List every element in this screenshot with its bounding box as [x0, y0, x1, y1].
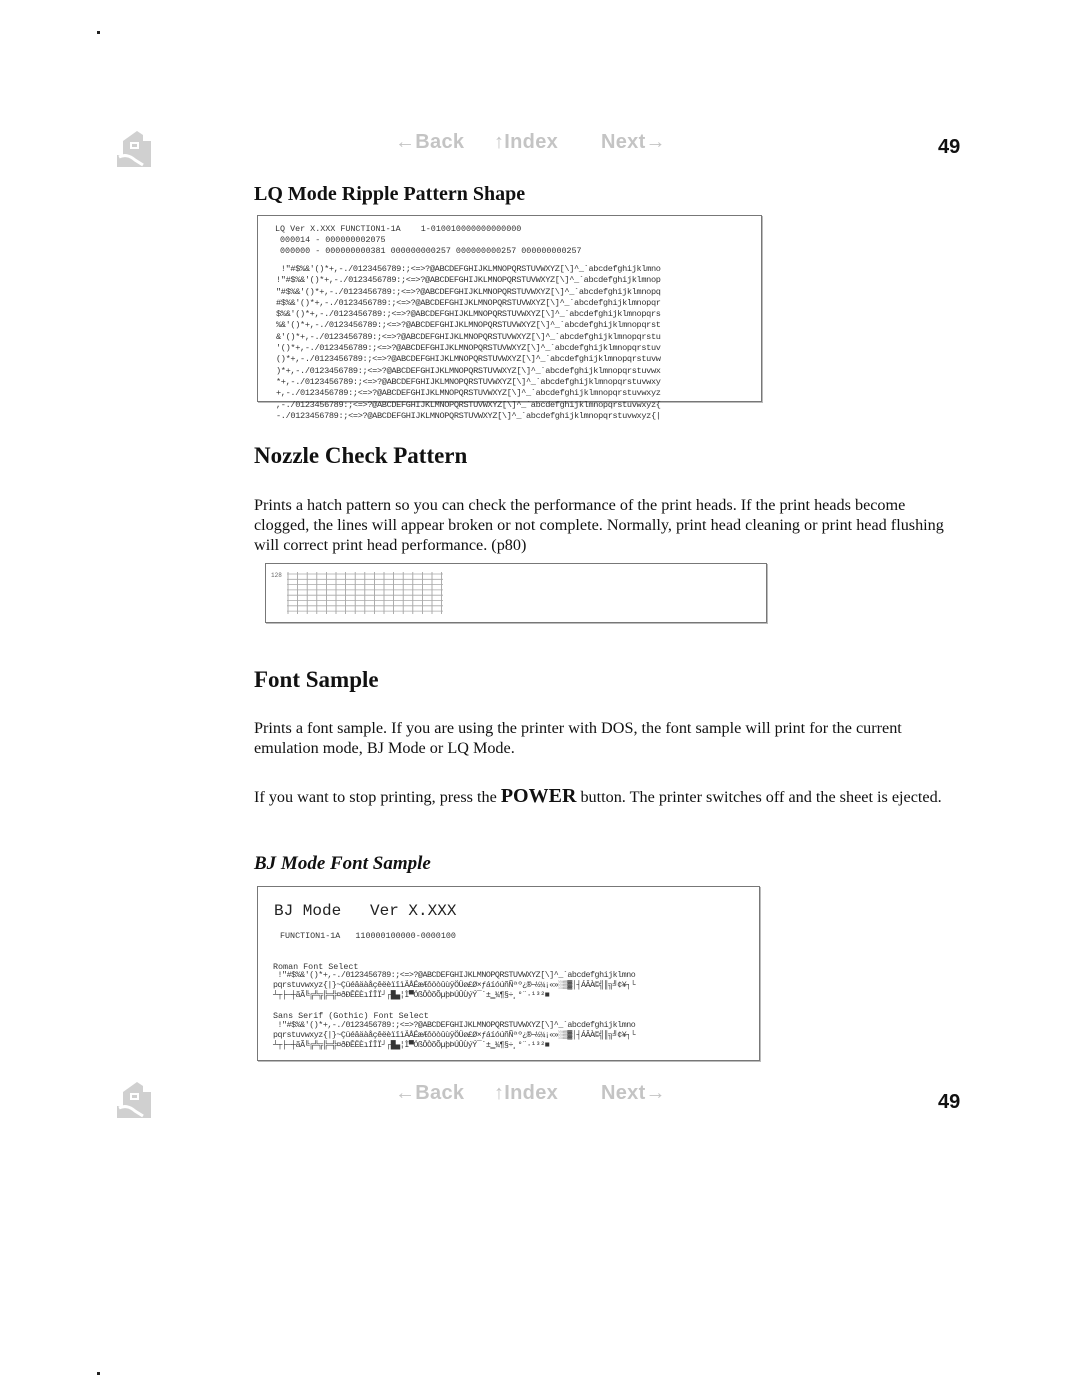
top-navbar: ←Back ↑Index Next→ 49	[0, 127, 1080, 167]
ripple-rows: !"#$%&'()*+,-./0123456789:;<=>?@ABCDEFGH…	[276, 264, 661, 422]
next-link[interactable]: Next→	[601, 131, 666, 154]
back-link[interactable]: ←Back	[395, 131, 464, 154]
corner-mark-bottom	[97, 1372, 100, 1375]
bj-font-sample-heading: BJ Mode Font Sample	[254, 853, 431, 874]
ripple-row: ,-./0123456789:;<=>?@ABCDEFGHIJKLMNOPQRS…	[276, 399, 661, 410]
power-text-pre: If you want to stop printing, press the	[254, 788, 501, 806]
home-icon[interactable]	[113, 127, 155, 169]
nozzle-description: Prints a hatch pattern so you can check …	[254, 496, 944, 554]
font-sample-heading: Font Sample	[254, 667, 379, 692]
ripple-row: +,-./0123456789:;<=>?@ABCDEFGHIJKLMNOPQR…	[276, 388, 661, 399]
back-link[interactable]: ←Back	[395, 1082, 464, 1105]
home-icon[interactable]	[113, 1078, 155, 1120]
ripple-row: !"#$%&'()*+,-./0123456789:;<=>?@ABCDEFGH…	[276, 264, 661, 274]
bj-sample-title: BJ Mode Ver X.XXX	[274, 902, 457, 920]
ripple-row: !"#$%&'()*+,-./0123456789:;<=>?@ABCDEFGH…	[276, 275, 661, 286]
ripple-header-line: 000014 - 000000002075	[275, 235, 386, 245]
ripple-row: &'()*+,-./0123456789:;<=>?@ABCDEFGHIJKLM…	[276, 331, 661, 342]
sans-font-line: !"#$%&'()*+,-./0123456789:;<=>?@ABCDEFGH…	[273, 1021, 636, 1030]
bj-sample-function: FUNCTION1-1A 110000100000-0000100	[280, 931, 456, 941]
ripple-row: '()*+,-./0123456789:;<=>?@ABCDEFGHIJKLMN…	[276, 343, 661, 354]
page-number: 49	[938, 1091, 961, 1113]
ripple-row: "#$%&'()*+,-./0123456789:;<=>?@ABCDEFGHI…	[276, 286, 661, 297]
ripple-row: ()*+,-./0123456789:;<=>?@ABCDEFGHIJKLMNO…	[276, 354, 661, 365]
ripple-row: #$%&'()*+,-./0123456789:;<=>?@ABCDEFGHIJ…	[276, 297, 661, 308]
bj-font-sample-image: BJ Mode Ver X.XXX FUNCTION1-1A 110000100…	[257, 886, 760, 1061]
nozzle-heading: Nozzle Check Pattern	[254, 443, 468, 468]
ripple-row: $%&'()*+,-./0123456789:;<=>?@ABCDEFGHIJK…	[276, 309, 661, 320]
ripple-row: %&'()*+,-./0123456789:;<=>?@ABCDEFGHIJKL…	[276, 320, 661, 331]
sans-font-line: ┴┬├─┼ãÃ╚╔╩╦╠═╬¤ðÐÊËÈıÍÎÏ┘┌█▄¦Ì▀ÓßÔÒõÕµþÞ…	[273, 1041, 550, 1050]
lq-ripple-heading: LQ Mode Ripple Pattern Shape	[254, 183, 526, 205]
roman-font-line: !"#$%&'()*+,-./0123456789:;<=>?@ABCDEFGH…	[273, 971, 636, 980]
roman-font-line: ┴┬├─┼ãÃ╚╔╩╦╠═╬¤ðÐÊËÈıÍÎÏ┘┌█▄¦Ì▀ÓßÔÒõÕµþÞ…	[273, 991, 550, 1000]
power-text-post: button. The printer switches off and the…	[576, 788, 942, 806]
ripple-header-line: 000000 - 000000000381 000000000257 00000…	[275, 246, 582, 256]
index-link[interactable]: ↑Index	[494, 1082, 558, 1105]
next-link[interactable]: Next→	[601, 1082, 666, 1105]
font-sample-description: Prints a font sample. If you are using t…	[254, 719, 902, 757]
ripple-row: *+,-./0123456789:;<=>?@ABCDEFGHIJKLMNOPQ…	[276, 376, 661, 387]
ripple-header-line: LQ Ver X.XXX FUNCTION1-1A 1-010010000000…	[275, 224, 522, 234]
power-instruction: If you want to stop printing, press the …	[254, 786, 964, 807]
roman-font-line: pqrstuvwxyz{|}~ÇüéâäàåçêëèïîìÄÅÉæÆôöòûùÿ…	[273, 981, 636, 990]
hatch-pattern	[287, 572, 443, 614]
sans-font-label: Sans Serif (Gothic) Font Select	[273, 1011, 429, 1021]
index-link[interactable]: ↑Index	[494, 131, 558, 154]
ripple-row: -./0123456789:;<=>?@ABCDEFGHIJKLMNOPQRST…	[276, 410, 661, 421]
corner-mark-top	[97, 31, 100, 34]
lq-ripple-sample-image: LQ Ver X.XXX FUNCTION1-1A 1-010010000000…	[257, 215, 762, 421]
sans-font-line: pqrstuvwxyz{|}~ÇüéâäàåçêëèïîìÄÅÉæÆôöòûùÿ…	[273, 1031, 636, 1040]
nozzle-count-label: 128	[271, 572, 282, 579]
nozzle-check-sample-image: 128	[265, 563, 767, 623]
power-key: POWER	[500, 785, 577, 807]
page-number: 49	[938, 136, 961, 158]
bottom-navbar: ←Back ↑Index Next→ 49	[0, 1078, 1080, 1118]
ripple-row: )*+,-./0123456789:;<=>?@ABCDEFGHIJKLMNOP…	[276, 365, 661, 376]
